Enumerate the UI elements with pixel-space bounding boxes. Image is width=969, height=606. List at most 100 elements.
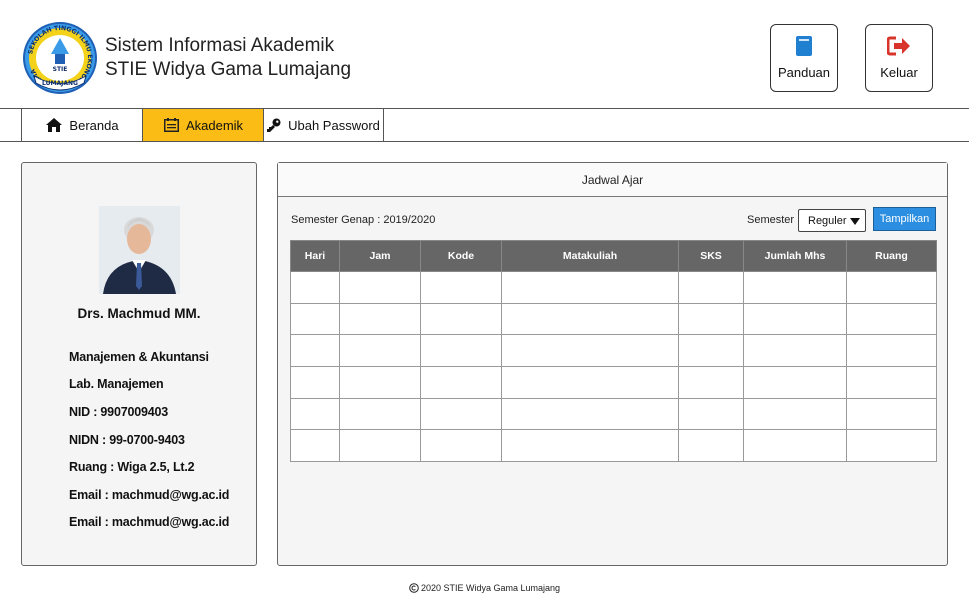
table-cell xyxy=(501,429,679,463)
table-cell xyxy=(290,366,340,399)
caret-down-icon xyxy=(850,218,860,225)
keluar-button[interactable]: Keluar xyxy=(865,24,933,92)
table-cell xyxy=(743,271,847,304)
table-cell xyxy=(678,334,744,368)
table-cell xyxy=(846,334,937,368)
footer-text: 2020 STIE Widya Gama Lumajang xyxy=(420,583,561,593)
table-cell xyxy=(420,334,502,368)
table-cell xyxy=(501,397,679,431)
sign-out-icon xyxy=(887,36,910,56)
semester-info: Semester Genap : 2019/2020 xyxy=(291,214,436,226)
schedule-table: Hari Jam Kode Matakuliah SKS Jumlah Mhs … xyxy=(290,240,937,463)
app-title-line2: STIE Widya Gama Lumajang xyxy=(105,59,352,80)
calendar-icon xyxy=(163,118,179,132)
schedule-table-body xyxy=(290,271,937,463)
table-cell xyxy=(501,302,679,336)
col-header-matakuliah: Matakuliah xyxy=(501,240,679,272)
table-cell xyxy=(678,271,744,304)
table-cell xyxy=(846,271,937,304)
copyright-icon xyxy=(409,583,419,593)
table-cell xyxy=(339,366,421,399)
table-header-row: Hari Jam Kode Matakuliah SKS Jumlah Mhs … xyxy=(290,240,937,272)
table-cell xyxy=(501,366,679,399)
table-cell xyxy=(339,302,421,336)
semester-select-value: Reguler xyxy=(808,214,847,227)
nav-item-beranda[interactable]: Beranda xyxy=(21,109,143,141)
table-row xyxy=(290,366,937,399)
semester-label: Semester xyxy=(747,214,795,226)
nav-item-ubah-password[interactable]: Ubah Password xyxy=(263,109,384,141)
table-cell xyxy=(339,397,421,431)
table-cell xyxy=(743,366,847,399)
panel-title: Jadwal Ajar xyxy=(278,163,947,197)
table-cell xyxy=(678,397,744,431)
profile-name: Drs. Machmud MM. xyxy=(77,306,201,321)
table-cell xyxy=(743,397,847,431)
book-icon xyxy=(796,36,812,56)
table-cell xyxy=(846,397,937,431)
table-cell xyxy=(678,366,744,399)
table-row xyxy=(290,429,937,463)
nav-label-akademik: Akademik xyxy=(185,117,244,133)
table-cell xyxy=(420,366,502,399)
profile-card: Drs. Machmud MM. Manajemen & Akuntansi L… xyxy=(21,162,257,566)
profile-nid: NID : 9907009403 xyxy=(69,405,168,419)
table-cell xyxy=(846,366,937,399)
home-icon xyxy=(46,118,63,132)
table-cell xyxy=(290,302,340,336)
panduan-label: Panduan xyxy=(777,65,831,80)
table-cell xyxy=(743,429,847,463)
profile-email-2: Email : machmud@wg.ac.id xyxy=(69,515,230,529)
svg-text:STIE: STIE xyxy=(53,66,68,73)
app-title: Sistem Informasi Akademik STIE Widya Gam… xyxy=(105,34,351,82)
profile-room: Ruang : Wiga 2.5, Lt.2 xyxy=(69,460,195,474)
tampilkan-button[interactable]: Tampilkan xyxy=(873,207,936,231)
table-cell xyxy=(339,429,421,463)
table-cell xyxy=(743,334,847,368)
table-cell xyxy=(420,397,502,431)
col-header-jam: Jam xyxy=(339,240,421,272)
profile-department: Manajemen & Akuntansi xyxy=(69,350,209,364)
table-cell xyxy=(290,397,340,431)
semester-select[interactable]: Reguler xyxy=(798,209,866,232)
table-row xyxy=(290,334,937,368)
table-cell xyxy=(743,302,847,336)
keluar-label: Keluar xyxy=(880,65,918,80)
col-header-hari: Hari xyxy=(290,240,340,272)
col-header-ruang: Ruang xyxy=(846,240,937,272)
profile-photo xyxy=(99,206,180,294)
profile-email: Email : machmud@wg.ac.id xyxy=(69,488,230,502)
stie-logo: SEKOLAH TINGGI ILMU EKONOMI WIDYA GAMA S… xyxy=(23,22,97,94)
table-cell xyxy=(420,271,502,304)
table-cell xyxy=(846,429,937,463)
main-nav: Beranda Akademik Ubah Password xyxy=(0,108,969,142)
table-row xyxy=(290,397,937,431)
footer: 2020 STIE Widya Gama Lumajang xyxy=(0,583,969,593)
nav-label-ubah-password: Ubah Password xyxy=(288,117,380,133)
col-header-kode: Kode xyxy=(420,240,502,272)
table-cell xyxy=(501,334,679,368)
profile-unit: Lab. Manajemen xyxy=(69,377,164,391)
table-cell xyxy=(290,334,340,368)
table-cell xyxy=(501,271,679,304)
table-cell xyxy=(420,302,502,336)
table-cell xyxy=(678,302,744,336)
table-cell xyxy=(339,271,421,304)
key-icon xyxy=(267,118,281,132)
app-title-line1: Sistem Informasi Akademik xyxy=(105,35,335,56)
nav-label-beranda: Beranda xyxy=(69,117,119,133)
table-cell xyxy=(678,429,744,463)
profile-nidn: NIDN : 99-0700-9403 xyxy=(69,433,185,447)
table-row xyxy=(290,271,937,304)
nav-item-akademik[interactable]: Akademik xyxy=(142,109,264,141)
table-cell xyxy=(846,302,937,336)
table-cell xyxy=(290,429,340,463)
schedule-panel: Jadwal Ajar Semester Genap : 2019/2020 S… xyxy=(277,162,948,566)
table-cell xyxy=(290,271,340,304)
panduan-button[interactable]: Panduan xyxy=(770,24,838,92)
col-header-jumlah-mhs: Jumlah Mhs xyxy=(743,240,847,272)
svg-text:LUMAJANG: LUMAJANG xyxy=(42,80,78,87)
table-cell xyxy=(339,334,421,368)
col-header-sks: SKS xyxy=(678,240,744,272)
app-header: SEKOLAH TINGGI ILMU EKONOMI WIDYA GAMA S… xyxy=(0,0,969,108)
